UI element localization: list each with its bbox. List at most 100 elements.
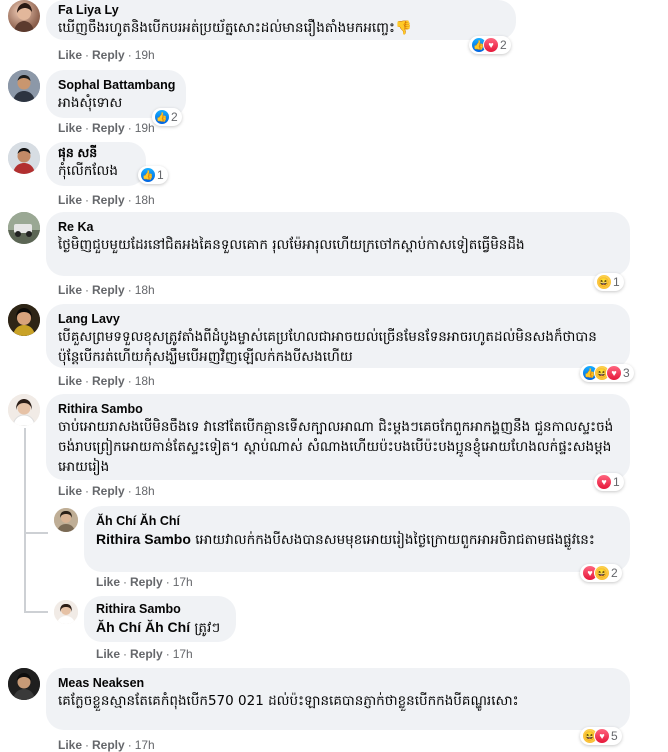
like-link[interactable]: Like [58,193,82,207]
comment-timestamp[interactable]: 18h [135,374,155,388]
reply-thread-line [24,532,26,612]
avatar[interactable] [8,142,40,174]
comment-timestamp[interactable]: 17h [173,647,193,661]
comment-bubble: Re Ka ថ្ងៃមិញជួបមួយដែរនៅជិតអងគៃនទួលគោក រ… [46,212,630,276]
comment-author[interactable]: Re Ka [58,219,618,235]
user-photo-icon [8,394,40,426]
like-link[interactable]: Like [96,647,120,661]
comment-bubble: Rithira Sambo ចាប់អោយរាសងបើមិនចឹងទេ វានៅ… [46,394,630,480]
reaction-count: 2 [171,110,178,124]
reply-link[interactable]: Reply [92,738,125,752]
avatar[interactable] [8,70,40,102]
reply-link[interactable]: Reply [92,193,125,207]
reaction-summary[interactable]: 👍 ♥ 2 [469,36,511,54]
haha-reaction-icon: 😆 [594,565,610,581]
comment-timestamp[interactable]: 18h [135,193,155,207]
comment-bubble: Lang Lavy បើគួសព្រមទទួលខុសត្រូវតាំងពីដំប… [46,304,630,368]
reaction-summary[interactable]: 👍 2 [152,108,182,126]
comment-timestamp[interactable]: 17h [173,575,193,589]
reply-link[interactable]: Reply [92,484,125,498]
comment-author[interactable]: Ăh Chí Ăh Chí [96,513,618,529]
avatar[interactable] [54,600,78,624]
love-reaction-icon: ♥ [594,728,610,744]
mention-link[interactable]: Rithira Sambo [96,531,191,547]
reaction-count: 1 [613,475,620,489]
user-photo-icon [14,3,34,32]
like-link[interactable]: Like [58,484,82,498]
comment-actions: Like · Reply · 18h [58,283,155,297]
avatar[interactable] [8,668,40,700]
comment-actions: Like · Reply · 17h [96,575,193,589]
like-link[interactable]: Like [58,121,82,135]
comment-text: ឃើញចឹងរហូតនិងបើកបរអត់ប្រយ័ត្នសោះដល់មានរឿ… [58,20,412,36]
comment-text: Rithira Sambo អោយវាលក់កងបីសងបានសមមុខអោយរ… [96,529,618,550]
comment-bubble: Ăh Chí Ăh Chí Rithira Sambo អោយវាលក់កងបី… [84,506,630,572]
comment-bubble: Meas Neaksen គេក្លែចខ្លួនស្មានតែគេកំពុងប… [46,668,630,730]
comment-actions: Like · Reply · 17h [96,647,193,661]
comment-timestamp[interactable]: 19h [135,48,155,62]
comment-author[interactable]: Lang Lavy [58,311,618,327]
user-photo-icon [8,70,40,102]
comment-author[interactable]: Meas Neaksen [58,675,618,691]
reaction-summary[interactable]: 👍 1 [138,166,168,184]
reaction-summary[interactable]: 👍 😆 ♥ 3 [580,364,634,382]
comment-actions: Like · Reply · 19h [58,121,155,135]
comment-actions: Like · Reply · 18h [58,193,155,207]
reaction-summary[interactable]: 😆 ♥ 5 [580,727,622,745]
reply-link[interactable]: Reply [92,283,125,297]
user-photo-icon [8,304,40,336]
like-reaction-icon: 👍 [140,167,156,183]
avatar[interactable] [8,0,40,32]
comment-timestamp[interactable]: 18h [135,484,155,498]
user-photo-icon [8,668,40,700]
comment-timestamp[interactable]: 17h [135,738,155,752]
comment-author[interactable]: Rithira Sambo [96,601,224,617]
user-photo-icon [8,212,40,244]
mention-link[interactable]: Ăh Chí Ăh Chí [96,619,190,635]
comment-author[interactable]: ផុន សនី [58,145,134,161]
user-photo-icon [54,600,78,624]
reply-link[interactable]: Reply [92,48,125,62]
comment-body: ត្រូវៗ [194,620,221,636]
like-link[interactable]: Like [96,575,120,589]
comment-text: Ăh Chí Ăh Chí ត្រូវៗ [96,617,224,638]
comment-author[interactable]: Rithira Sambo [58,401,618,417]
reply-thread-line [24,532,48,534]
reaction-summary[interactable]: ♥ 😆 2 [580,564,622,582]
reaction-count: 3 [623,366,630,380]
comment-bubble: ផុន សនី កុំលើកលែង [46,142,146,186]
reaction-count: 2 [500,38,507,52]
user-photo-icon [54,508,78,532]
avatar[interactable] [8,212,40,244]
haha-reaction-icon: 😆 [596,274,612,290]
like-link[interactable]: Like [58,738,82,752]
avatar[interactable] [54,508,78,532]
comment-text: ចាប់អោយរាសងបើមិនចឹងទេ វានៅតែបើកគ្មានទើសក… [58,419,614,475]
comment-actions: Like · Reply · 18h [58,484,155,498]
reaction-count: 2 [611,566,618,580]
reply-link[interactable]: Reply [130,575,163,589]
like-link[interactable]: Like [58,48,82,62]
reply-link[interactable]: Reply [92,374,125,388]
reply-thread-line [24,428,26,532]
comment-actions: Like · Reply · 17h [58,738,155,752]
comment-author[interactable]: Fa Liya Ly [58,2,504,18]
comment-timestamp[interactable]: 19h [135,121,155,135]
avatar[interactable] [8,394,40,426]
comment-bubble: Fa Liya Ly ឃើញចឹងរហូតនិងបើកបរអត់ប្រយ័ត្ន… [46,0,516,40]
love-reaction-icon: ♥ [606,365,622,381]
comment-author[interactable]: Sophal Battambang [58,77,175,93]
like-reaction-icon: 👍 [154,109,170,125]
reply-link[interactable]: Reply [92,121,125,135]
love-reaction-icon: ♥ [596,474,612,490]
reaction-count: 1 [157,168,164,182]
like-link[interactable]: Like [58,374,82,388]
comment-timestamp[interactable]: 18h [135,283,155,297]
comment-text: គេក្លែចខ្លួនស្មានតែគេកំពុងបើក570 021 ដល់… [58,693,519,709]
reply-link[interactable]: Reply [130,647,163,661]
reaction-summary[interactable]: 😆 1 [594,273,624,291]
avatar[interactable] [8,304,40,336]
reaction-count: 1 [613,275,620,289]
like-link[interactable]: Like [58,283,82,297]
reaction-summary[interactable]: ♥ 1 [594,473,624,491]
